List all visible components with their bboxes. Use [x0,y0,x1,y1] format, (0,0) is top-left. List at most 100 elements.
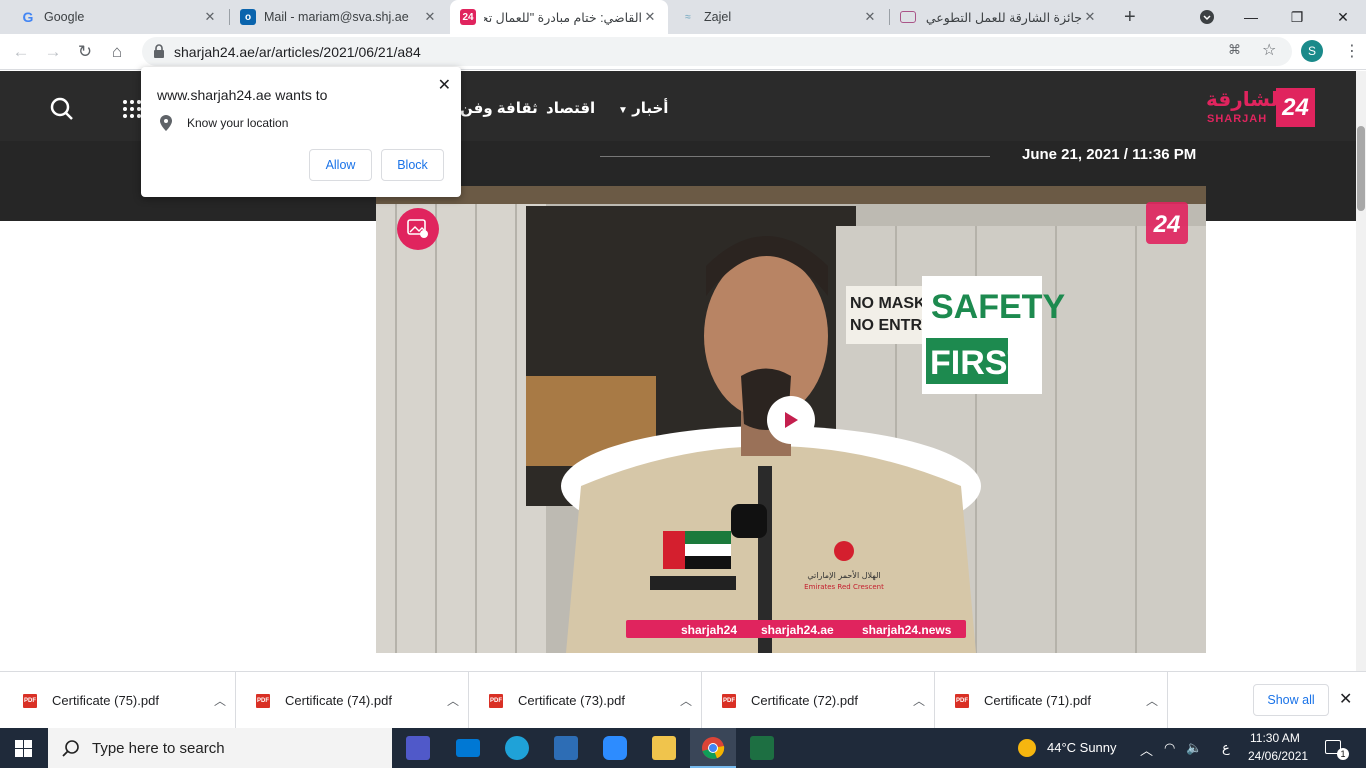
article-date: June 21, 2021 / 11:36 PM [1022,146,1197,163]
vest-text-english: Emirates Red Crescent [804,583,884,591]
google-icon: G [22,9,34,25]
download-filename: Certificate (71).pdf [984,693,1091,708]
play-button[interactable] [767,396,815,444]
file-explorer-icon[interactable] [652,736,676,760]
profile-avatar[interactable]: S [1301,40,1323,62]
block-button[interactable]: Block [381,149,444,181]
social-youtube: sharjah24.news [862,623,952,637]
browser-toolbar: ← → ↻ ⌂ sharjah24.ae/ar/articles/2021/06… [0,34,1366,70]
sign-no-entry: NO ENTRY [850,317,932,334]
outlook-icon: o [240,9,256,25]
weather-text[interactable]: 44°C Sunny [1047,740,1117,755]
allow-button[interactable]: Allow [309,149,372,181]
clock-time[interactable]: 11:30 AM [1250,731,1300,745]
bookmark-star-icon[interactable]: ☆ [1262,40,1276,60]
tab-title: Zajel [704,10,732,24]
chevron-up-icon[interactable]: ︿ [1137,692,1167,709]
sharjah24-icon: 24 [460,9,476,25]
article-video[interactable]: الهلال الأحمر الإماراتي Emirates Red Cre… [376,186,1206,653]
weather-sun-icon[interactable] [1018,739,1036,757]
site-logo-english[interactable]: SHARJAH [1207,113,1267,125]
show-all-downloads-button[interactable]: Show all [1253,684,1329,716]
close-tab-icon[interactable]: ✕ [642,9,658,25]
close-tab-icon[interactable]: ✕ [862,9,878,25]
pdf-icon: PDF [256,693,270,708]
tab-sharjah-award[interactable]: جائزة الشارقة للعمل التطوعي ✕ [890,0,1108,34]
tab-sharjah24[interactable]: 24 القاضي: ختام مبادرة "للعمال تحـ ✕ [450,0,668,34]
restore-icon[interactable]: ❐ [1274,0,1320,34]
download-item[interactable]: PDF Certificate (74).pdf ︿ [236,672,469,729]
minimize-icon[interactable]: — [1228,0,1274,34]
gallery-icon[interactable] [397,208,439,250]
scrollbar-thumb[interactable] [1357,126,1365,211]
teams-icon[interactable] [406,736,430,760]
play-icon [785,412,798,428]
chevron-down-icon: ▼ [618,105,628,116]
forward-icon[interactable]: → [40,39,66,65]
pdf-icon: PDF [23,693,37,708]
video-watermark-badge: 24 [1153,211,1181,238]
close-icon[interactable]: ✕ [438,75,451,95]
tab-mail[interactable]: o Mail - mariam@sva.shj.ae ✕ [230,0,448,34]
taskbar-search-box[interactable]: Type here to search [48,728,392,768]
language-indicator[interactable]: ع [1222,740,1230,756]
tab-strip: G Google ✕ o Mail - mariam@sva.shj.ae ✕ … [0,0,1366,34]
download-item[interactable]: PDF Certificate (72).pdf ︿ [702,672,935,729]
new-tab-button[interactable]: + [1114,0,1144,34]
download-item[interactable]: PDF Certificate (75).pdf ︿ [3,672,236,729]
tray-chevron-icon[interactable]: ︿ [1140,740,1153,759]
clock-date[interactable]: 24/06/2021 [1248,749,1308,763]
home-icon[interactable]: ⌂ [104,39,130,65]
site-logo-badge[interactable]: 24 [1276,88,1315,127]
permission-description: Know your location [187,116,289,130]
download-item[interactable]: PDF Certificate (73).pdf ︿ [469,672,702,729]
nav-news-label: أخبار [632,100,669,117]
divider [600,156,990,157]
tab-zajel[interactable]: ≈ Zajel ✕ [670,0,888,34]
reload-icon[interactable]: ↻ [72,39,98,65]
menu-kebab-icon[interactable]: ⋮ [1344,41,1360,61]
close-tab-icon[interactable]: ✕ [202,9,218,25]
nav-economy[interactable]: اقتصاد [546,99,595,117]
chevron-up-icon[interactable]: ︿ [205,692,235,709]
excel-icon[interactable] [750,736,774,760]
tab-google[interactable]: G Google ✕ [10,0,228,34]
nav-news[interactable]: أخبار ▼ [618,99,668,117]
download-filename: Certificate (75).pdf [52,693,159,708]
close-window-icon[interactable]: ✕ [1320,0,1366,34]
pdf-icon: PDF [955,693,969,708]
windows-start-icon[interactable] [15,740,32,757]
zoom-icon[interactable] [603,736,627,760]
url-text[interactable]: sharjah24.ae/ar/articles/2021/06/21/a84 [174,44,421,60]
back-icon[interactable]: ← [8,39,34,65]
volume-muted-icon[interactable]: 🔈 [1186,740,1202,756]
translate-icon[interactable]: ⌘ [1228,42,1241,58]
chevron-up-icon[interactable]: ︿ [904,692,934,709]
location-pin-icon [160,115,172,131]
close-tab-icon[interactable]: ✕ [1082,9,1098,25]
apps-grid-icon[interactable] [122,99,142,119]
close-tab-icon[interactable]: ✕ [422,9,438,25]
close-downloads-icon[interactable]: ✕ [1339,689,1352,709]
network-icon[interactable]: ◠ [1164,740,1175,756]
download-filename: Certificate (72).pdf [751,693,858,708]
store-icon[interactable] [554,736,578,760]
tab-title: Google [44,10,85,24]
chevron-up-icon[interactable]: ︿ [671,692,701,709]
chevron-up-icon[interactable]: ︿ [438,692,468,709]
location-permission-popup: www.sharjah24.ae wants to ✕ Know your lo… [141,67,461,197]
chrome-taskbar-active[interactable] [690,728,736,768]
nav-culture[interactable]: ثقافة وفن [460,99,538,117]
page-scrollbar[interactable] [1356,71,1366,671]
site-logo-arabic[interactable]: الشارقة [1206,87,1285,112]
mail-icon[interactable] [456,739,480,757]
tab-title: Mail - mariam@sva.shj.ae [264,10,409,24]
download-item[interactable]: PDF Certificate (71).pdf ︿ [935,672,1168,729]
lock-icon[interactable] [152,43,166,59]
address-bar[interactable]: sharjah24.ae/ar/articles/2021/06/21/a84 … [142,37,1292,66]
tab-search-icon[interactable] [1184,0,1230,34]
social-instagram-twitter: sharjah24 [681,623,737,637]
downloads-bar: PDF Certificate (75).pdf ︿ PDF Certificate … [0,671,1366,729]
search-icon[interactable] [50,97,74,121]
edge-icon[interactable] [505,736,529,760]
